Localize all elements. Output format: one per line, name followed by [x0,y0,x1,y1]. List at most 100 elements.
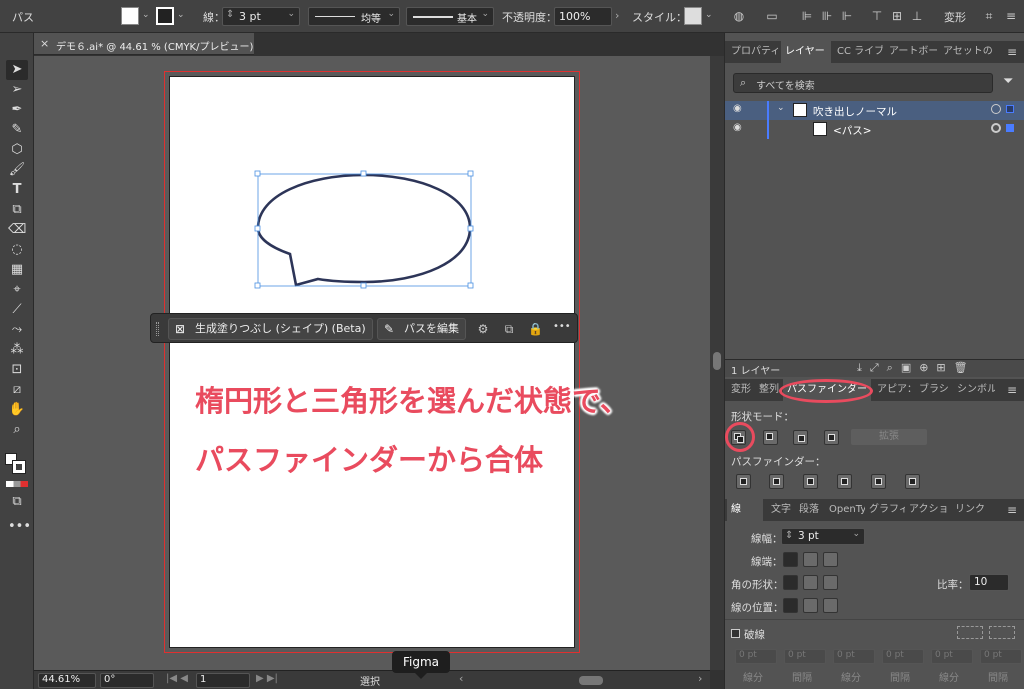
tab-actions[interactable]: アクショ [905,499,949,521]
speech-bubble-artwork[interactable] [0,0,724,689]
figma-tooltip: Figma [392,651,450,673]
sublayer-row[interactable]: ◉ <パス> [725,120,1024,139]
drag-handle-icon[interactable] [156,322,159,336]
exclude-button[interactable] [824,430,839,445]
dash-align-corners-button[interactable] [989,626,1015,639]
edit-path-button[interactable]: ✎ パスを編集 [377,318,466,340]
align-center-button[interactable] [783,598,798,613]
align-middle-icon[interactable]: ⊞ [890,9,904,23]
miter-join-button[interactable] [783,575,798,590]
minus-front-button[interactable] [763,430,778,445]
dash-field[interactable]: 0 pt [784,649,826,664]
tab-symbols[interactable]: シンボル [953,379,995,401]
align-bottom-icon[interactable]: ⊥ [910,9,924,23]
projecting-cap-button[interactable] [823,552,838,567]
merge-button[interactable] [803,474,818,489]
tab-opentype[interactable]: OpenTy [825,499,865,521]
round-cap-button[interactable] [803,552,818,567]
align-inside-button[interactable] [803,598,818,613]
align-right-icon[interactable]: ⊩ [840,9,854,23]
tab-assets[interactable]: アセットの [939,41,993,63]
speech-bubble-path[interactable] [256,173,472,287]
recolor-icon[interactable]: ⚙ [476,322,490,336]
dash-field[interactable]: 0 pt [735,649,777,664]
artboard-options-icon[interactable]: ▭ [765,9,779,23]
chevron-right-icon[interactable]: › [698,672,702,685]
intersect-button[interactable] [793,430,808,445]
outline-button[interactable] [871,474,886,489]
limit-field[interactable]: 10 [969,574,1009,591]
chevron-down-icon[interactable]: ⌄ [852,529,860,539]
target-icon[interactable] [991,104,1001,114]
stroke-weight-field[interactable]: ⇕ 3 pt ⌄ [781,528,865,545]
recolor-icon[interactable]: ◍ [732,9,746,23]
align-outside-button[interactable] [823,598,838,613]
stepper-icon[interactable]: ⇕ [785,530,793,541]
dashed-checkbox[interactable] [731,629,740,638]
selected-indicator[interactable] [1006,105,1014,113]
filter-icon[interactable]: ⏷ [1003,74,1013,89]
tab-properties[interactable]: プロパティ [727,41,779,63]
selection-handles[interactable] [254,170,474,289]
tab-layers[interactable]: レイヤー [781,41,831,63]
generative-fill-button[interactable]: ⊠ 生成塗りつぶし (シェイプ) (Beta) [168,318,373,340]
dash-field[interactable]: 0 pt [931,649,973,664]
rotation-field[interactable]: 0° [100,673,154,688]
minus-back-button[interactable] [905,474,920,489]
panel-menu-icon[interactable]: ≡ [1005,383,1019,397]
transform-label[interactable]: 変形 [944,9,966,25]
zoom-field[interactable]: 44.61% [38,673,96,688]
tab-graphic-styles[interactable]: グラフィ [865,499,905,521]
scroll-thumb[interactable] [713,352,721,370]
path-name[interactable]: <パス> [833,123,872,138]
horizontal-scroll-thumb[interactable] [579,676,603,685]
layers-search-input[interactable]: ⌕ すべてを検索 [733,73,993,93]
visibility-eye-icon[interactable]: ◉ [733,122,742,133]
tab-paragraph[interactable]: 段落 [795,499,825,521]
vertical-scrollbar[interactable] [710,56,724,670]
artboard-number-field[interactable]: 1 [196,673,250,688]
selected-indicator[interactable] [1006,124,1014,132]
panel-menu-icon[interactable]: ≡ [1005,45,1019,59]
align-center-icon[interactable]: ⊪ [820,9,834,23]
expand-button[interactable]: 拡張 [851,429,927,445]
bevel-join-button[interactable] [823,575,838,590]
tab-links[interactable]: リンク [951,499,991,521]
chevron-left-icon[interactable]: ‹ [459,672,463,685]
target-icon[interactable] [991,123,1001,133]
search-placeholder: すべてを検索 [756,81,815,92]
layer-row[interactable]: ◉ ⌄ 吹き出しノーマル [725,101,1024,120]
crop-button[interactable] [837,474,852,489]
panel-menu-icon[interactable]: ≡ [1005,503,1019,517]
tab-stroke[interactable]: 線 [727,499,763,521]
layer-name[interactable]: 吹き出しノーマル [813,104,897,119]
lock-icon[interactable]: 🔒 [528,322,543,336]
dash-field[interactable]: 0 pt [882,649,924,664]
butt-cap-button[interactable] [783,552,798,567]
tab-appearance[interactable]: アピア： [873,379,913,401]
tab-brushes[interactable]: ブラシ [915,379,951,401]
artboard-nav-prev-icon[interactable]: |◀ ◀ [166,673,188,684]
generative-fill-label: 生成塗りつぶし (シェイプ) (Beta) [195,322,366,335]
visibility-eye-icon[interactable]: ◉ [733,103,742,114]
artboard-number: 1 [200,674,207,685]
dash-field[interactable]: 0 pt [980,649,1022,664]
tab-artboards[interactable]: アートボー [885,41,937,63]
tab-character[interactable]: 文字 [767,499,795,521]
more-options-icon[interactable]: ••• [553,321,571,332]
dash-align-exact-button[interactable] [957,626,983,639]
duplicate-icon[interactable]: ⧉ [502,322,516,336]
layers-footer-icons[interactable]: ⤓⤢⌕▣⊕⊞🗑 [857,361,976,375]
divide-button[interactable] [736,474,751,489]
menu-icon[interactable]: ≡ [1004,9,1018,23]
round-join-button[interactable] [803,575,818,590]
align-left-icon[interactable]: ⊫ [800,9,814,23]
dash-field[interactable]: 0 pt [833,649,875,664]
isolate-icon[interactable]: ⌗ [982,9,996,23]
tab-transform[interactable]: 変形 [727,379,753,401]
tab-cc-libraries[interactable]: CC ライブ [833,41,883,63]
artboard-nav-next-icon[interactable]: ▶ ▶| [256,673,278,684]
chevron-down-icon[interactable]: ⌄ [777,103,785,113]
trim-button[interactable] [769,474,784,489]
align-top-icon[interactable]: ⊤ [870,9,884,23]
